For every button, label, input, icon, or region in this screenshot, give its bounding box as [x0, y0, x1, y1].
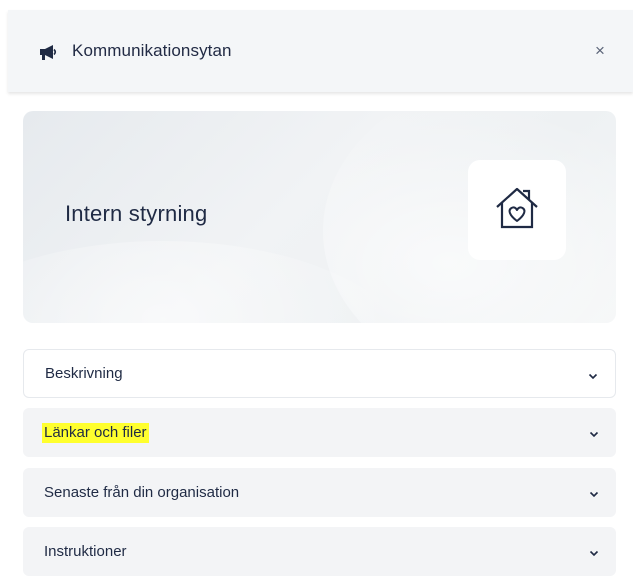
accordion-label: Beskrivning: [45, 365, 123, 382]
accordion-label: Instruktioner: [44, 543, 127, 560]
hero-banner: Intern styrning: [23, 111, 616, 323]
accordion-label: Länkar och filer: [42, 422, 149, 443]
accordion-item-beskrivning[interactable]: Beskrivning: [23, 349, 616, 398]
close-icon: ×: [595, 41, 605, 60]
accordion-item-instruktioner[interactable]: Instruktioner: [23, 527, 616, 576]
hero-icon-tile: [468, 160, 566, 260]
chevron-down-icon: [588, 427, 600, 439]
accordion-item-senaste[interactable]: Senaste från din organisation: [23, 468, 616, 517]
accordion-item-lankar-och-filer[interactable]: Länkar och filer: [23, 408, 616, 457]
megaphone-icon: [38, 43, 58, 61]
panel-header: Kommunikationsytan ×: [8, 10, 633, 92]
top-edge: [0, 0, 633, 10]
hero-title: Intern styrning: [65, 201, 208, 226]
chevron-down-icon: [587, 369, 599, 381]
house-heart-icon: [491, 183, 543, 238]
accordion-label: Senaste från din organisation: [44, 484, 240, 501]
chevron-down-icon: [588, 487, 600, 499]
close-button[interactable]: ×: [588, 39, 612, 63]
chevron-down-icon: [588, 546, 600, 558]
panel-title: Kommunikationsytan: [72, 41, 232, 60]
